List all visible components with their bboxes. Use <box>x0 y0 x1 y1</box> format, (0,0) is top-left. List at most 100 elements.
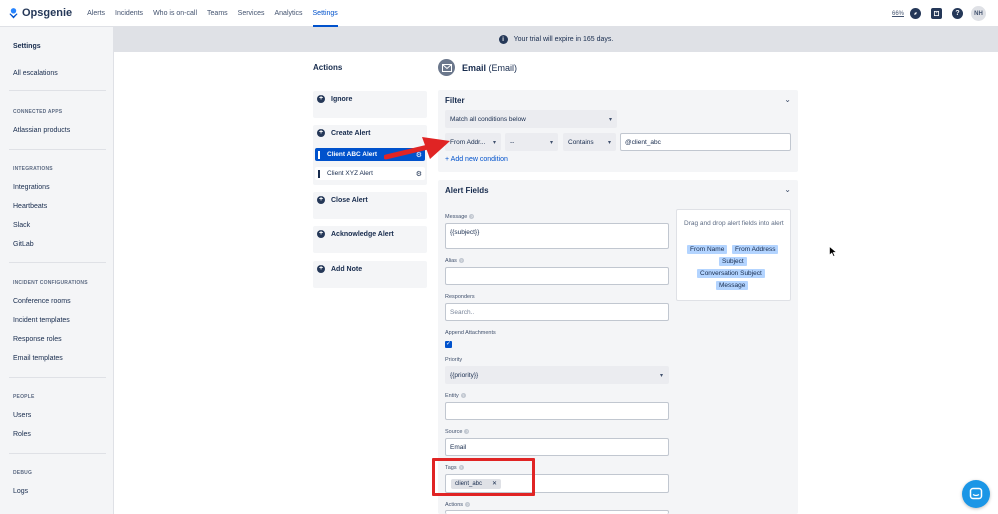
chevron-down-icon[interactable]: ⌄ <box>784 185 791 194</box>
nav-incidents[interactable]: Incidents <box>115 0 143 27</box>
condition-not-select[interactable]: -- ▾ <box>505 133 558 151</box>
sidebar-item-integrations[interactable]: Integrations <box>13 184 50 191</box>
message-label: Message? <box>445 214 475 220</box>
field-chip-from-address[interactable]: From Address <box>732 245 779 254</box>
priority-value: {{priority}} <box>450 371 479 379</box>
plus-icon: + <box>317 196 325 204</box>
action-acknowledge-alert-label: Acknowledge Alert <box>331 230 394 238</box>
condition-value-input[interactable]: @client_abc <box>620 133 791 151</box>
nav-analytics[interactable]: Analytics <box>275 0 303 27</box>
compass-icon[interactable] <box>910 8 921 19</box>
opsgenie-logo[interactable]: Opsgenie <box>9 7 72 19</box>
filter-title: Filter <box>445 96 465 105</box>
sidebar-heading-connected-apps: CONNECTED APPS <box>13 109 63 115</box>
sidebar-heading-incident-configurations: INCIDENT CONFIGURATIONS <box>13 280 88 286</box>
drag-handle-icon[interactable] <box>318 169 320 178</box>
condition-field-select[interactable]: From Addr... ▾ <box>445 133 501 151</box>
actions-field[interactable] <box>445 510 669 514</box>
message-field[interactable]: {{subject}} <box>445 223 669 249</box>
book-icon[interactable] <box>931 8 942 19</box>
action-acknowledge-alert[interactable]: + Acknowledge Alert <box>313 226 427 253</box>
sidebar-item-users[interactable]: Users <box>13 412 31 419</box>
action-ignore-label: Ignore <box>331 95 353 103</box>
action-ignore[interactable]: + Ignore <box>313 91 427 118</box>
sidebar-item-incident-templates[interactable]: Incident templates <box>13 317 70 324</box>
mouse-cursor-icon <box>829 246 837 257</box>
field-chip-from-name[interactable]: From Name <box>687 245 728 254</box>
sidebar-item-roles[interactable]: Roles <box>13 431 31 438</box>
settings-sidebar: Settings All escalations CONNECTED APPS … <box>0 27 114 514</box>
help-icon[interactable]: ? <box>460 393 466 399</box>
match-conditions-select[interactable]: Match all conditions below ▾ <box>445 110 617 128</box>
condition-not-value: -- <box>510 138 515 146</box>
help-icon[interactable]: ? <box>469 214 475 220</box>
sidebar-item-response-roles[interactable]: Response roles <box>13 336 62 343</box>
sidebar-heading-debug: DEBUG <box>13 470 33 476</box>
gear-icon[interactable]: ⚙ <box>416 170 422 178</box>
chevron-down-icon: ▾ <box>607 139 611 146</box>
action-close-alert-label: Close Alert <box>331 196 368 204</box>
nav-settings[interactable]: Settings <box>312 0 339 27</box>
top-navigation: Opsgenie Alerts Incidents Who is on-call… <box>0 0 998 27</box>
chevron-down-icon: ▾ <box>549 139 553 146</box>
alias-label: Alias? <box>445 258 464 264</box>
entity-field[interactable] <box>445 402 669 420</box>
sidebar-heading-people: PEOPLE <box>13 394 35 400</box>
sidebar-item-gitlab[interactable]: GitLab <box>13 241 34 248</box>
condition-value-text: @client_abc <box>625 138 661 146</box>
integration-title: Email (Email) <box>462 63 517 73</box>
nav-who-is-on-call[interactable]: Who is on-call <box>153 0 197 27</box>
priority-select[interactable]: {{priority}} ▾ <box>445 366 669 384</box>
sidebar-item-email-templates[interactable]: Email templates <box>13 355 63 362</box>
chevron-down-icon: ▾ <box>608 116 612 123</box>
action-close-alert[interactable]: + Close Alert <box>313 192 427 219</box>
sidebar-title[interactable]: Settings <box>13 43 41 50</box>
zoom-level[interactable]: 66% <box>892 11 904 17</box>
sidebar-item-logs[interactable]: Logs <box>13 488 28 495</box>
append-attachments-checkbox[interactable]: ✓ <box>445 341 452 348</box>
nav-items: Alerts Incidents Who is on-call Teams Se… <box>87 0 348 27</box>
sidebar-item-slack[interactable]: Slack <box>13 222 30 229</box>
trial-banner-text: Your trial will expire in 165 days. <box>513 36 614 43</box>
responders-search-input[interactable]: Search.. <box>445 303 669 321</box>
actions-field-label: Actions? <box>445 502 471 508</box>
condition-field-value: From Addr... <box>450 138 486 146</box>
alert-fields-title: Alert Fields <box>445 186 489 195</box>
chevron-down-icon[interactable]: ⌄ <box>784 95 791 104</box>
help-icon[interactable]: ? <box>464 429 470 435</box>
drag-handle-icon[interactable] <box>318 150 320 159</box>
field-chip-message[interactable]: Message <box>716 281 749 290</box>
action-add-note[interactable]: + Add Note <box>313 261 427 288</box>
message-value: {{subject}} <box>450 229 480 236</box>
sidebar-item-atlassian-products[interactable]: Atlassian products <box>13 127 70 134</box>
field-chip-conversation-subject[interactable]: Conversation Subject <box>697 269 765 278</box>
alias-field[interactable] <box>445 267 669 285</box>
source-label: Source? <box>445 429 470 435</box>
entity-label: Entity? <box>445 393 466 399</box>
source-field[interactable]: Email <box>445 438 669 456</box>
nav-alerts[interactable]: Alerts <box>87 0 105 27</box>
actions-title: Actions <box>313 63 343 72</box>
nav-services[interactable]: Services <box>238 0 265 27</box>
red-highlight-box <box>432 458 535 496</box>
user-avatar[interactable]: NH <box>971 6 986 21</box>
help-icon[interactable]: ? <box>458 258 464 264</box>
help-icon[interactable]: ? <box>465 502 471 508</box>
sidebar-divider <box>9 149 106 150</box>
plus-icon: + <box>317 265 325 273</box>
chevron-down-icon: ▾ <box>659 372 663 379</box>
add-condition-link[interactable]: + Add new condition <box>445 156 508 163</box>
source-value: Email <box>450 443 467 451</box>
nav-teams[interactable]: Teams <box>207 0 228 27</box>
sidebar-item-conference-rooms[interactable]: Conference rooms <box>13 298 71 305</box>
chevron-down-icon: ▾ <box>492 139 496 146</box>
chat-support-button[interactable] <box>962 480 990 508</box>
responders-label: Responders <box>445 294 475 300</box>
field-chip-subject[interactable]: Subject <box>719 257 747 266</box>
condition-operator-select[interactable]: Contains ▾ <box>563 133 616 151</box>
sidebar-divider <box>9 90 106 91</box>
rule-client-xyz-alert[interactable]: Client XYZ Alert ⚙ <box>315 167 425 180</box>
sidebar-item-all-escalations[interactable]: All escalations <box>13 70 58 77</box>
sidebar-item-heartbeats[interactable]: Heartbeats <box>13 203 47 210</box>
help-icon[interactable]: ? <box>952 8 963 19</box>
